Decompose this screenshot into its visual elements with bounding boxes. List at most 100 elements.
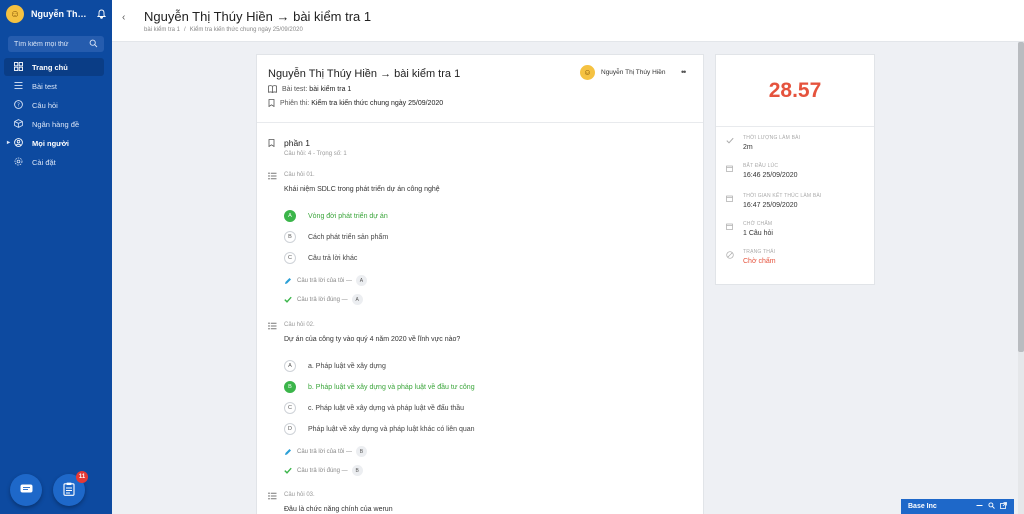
question-text: Đâu là chức năng chính của werun <box>284 506 393 513</box>
question-text: Khái niệm SDLC trong phát triển dự án cô… <box>284 186 440 193</box>
sidebar-item-label: Trang chủ <box>32 62 68 72</box>
bookmark-icon <box>268 99 275 107</box>
author[interactable]: ☺ Nguyễn Thị Thúy Hiền <box>580 65 665 80</box>
list-icon <box>268 172 277 182</box>
my-answer-value: A <box>355 275 367 286</box>
breadcrumb-separator: / <box>184 27 186 33</box>
sidebar-item-people[interactable]: ▸ Mọi người <box>4 134 104 152</box>
section-subtitle: Câu hỏi: 4 - Trọng số: 1 <box>284 151 347 157</box>
question-number: Câu hỏi 01. <box>284 172 315 178</box>
stat-value: 16:46 25/09/2020 <box>743 172 798 179</box>
scrollbar-thumb[interactable] <box>1018 42 1024 352</box>
author-name: Nguyễn Thị Thúy Hiền <box>601 69 666 76</box>
list-icon <box>268 322 277 332</box>
avatar: ☺ <box>580 65 595 80</box>
session-value[interactable]: Kiểm tra kiến thức chung ngày 25/09/2020 <box>311 100 443 107</box>
correct-answer-label: Câu trả lời đúng — <box>297 467 348 474</box>
option-text: Pháp luật về xây dựng và pháp luật khác … <box>308 425 475 433</box>
check-icon <box>726 137 734 146</box>
option-letter: D <box>284 423 296 435</box>
sidebar-item-home[interactable]: Trang chủ <box>4 58 104 76</box>
calendar-icon <box>726 223 733 232</box>
bell-icon[interactable] <box>96 9 106 19</box>
stat-duration: Thời lượng làm bài 2m <box>726 135 800 151</box>
test-label: Bài test: <box>282 85 308 93</box>
list-icon <box>14 81 24 91</box>
chat-tools <box>976 502 1007 511</box>
correct-answer: Câu trả lời đúng — B <box>284 465 363 476</box>
score: 28.57 <box>716 55 874 127</box>
stat-label: Trạng thái <box>743 249 776 255</box>
section-header: phần 1 Câu hỏi: 4 - Trọng số: 1 <box>268 138 347 157</box>
stat-value: 1 Câu hỏi <box>743 230 773 237</box>
summary-panel: 28.57 Thời lượng làm bài 2m Bắt đầu lúc … <box>715 54 875 285</box>
minimize-icon[interactable] <box>976 502 983 511</box>
search-icon[interactable] <box>89 39 98 50</box>
sidebar-item-settings[interactable]: Cài đặt <box>4 153 104 171</box>
option-letter: B <box>284 231 296 243</box>
chat-icon <box>20 484 33 497</box>
breadcrumb: bài kiểm tra 1 / Kiểm tra kiến thức chung … <box>144 27 303 33</box>
sidebar-nav: Trang chủ Bài test ? Câu hỏi Ngân hàng đ… <box>0 58 112 171</box>
external-link-icon[interactable] <box>1000 502 1007 511</box>
breadcrumb-item[interactable]: Kiểm tra kiến thức chung ngày 25/09/2020 <box>190 27 303 33</box>
sidebar-item-label: Bài test <box>32 81 58 91</box>
option-text: Cách phát triển sản phẩm <box>308 233 389 241</box>
option-text: Vòng đời phát triển dự án <box>308 212 388 220</box>
ban-icon <box>726 251 734 261</box>
sidebar-item-questions[interactable]: ? Câu hỏi <box>4 96 104 114</box>
notification-badge: 11 <box>76 471 88 483</box>
sidebar-item-question-bank[interactable]: Ngân hàng đề <box>4 115 104 133</box>
top-header: ‹ Nguyễn Thị Thúy Hiền → bài kiểm tra 1 … <box>112 0 1024 42</box>
clipboard-icon <box>63 482 75 498</box>
stat-status: Trạng thái Chờ chấm <box>726 249 776 265</box>
sidebar-user-name[interactable]: Nguyễn Thị Thúy Hiền <box>31 9 87 19</box>
session-info: Phiên thi: Kiểm tra kiến thức chung ngày … <box>268 99 443 107</box>
stat-start: Bắt đầu lúc 16:46 25/09/2020 <box>726 163 798 179</box>
sidebar-item-label: Cài đặt <box>32 157 56 167</box>
chat-button[interactable] <box>10 474 42 506</box>
tasks-button[interactable]: 11 <box>53 471 88 506</box>
list-icon <box>268 492 277 502</box>
stat-label: Thời lượng làm bài <box>743 135 801 141</box>
correct-answer-value: A <box>351 294 363 305</box>
search-icon[interactable] <box>988 502 995 511</box>
sidebar-item-label: Mọi người <box>32 138 70 148</box>
option-letter: C <box>284 252 296 264</box>
option-text: a. Pháp luật về xây dựng <box>308 362 386 370</box>
option-letter: A <box>284 360 296 372</box>
result-card: Nguyễn Thị Thúy Hiền → bài kiểm tra 1 Bà… <box>256 54 704 514</box>
correct-answer: Câu trả lời đúng — A <box>284 294 363 305</box>
avatar[interactable]: ☺ <box>6 5 24 23</box>
back-icon[interactable]: ‹ <box>122 12 125 23</box>
sidebar-item-tests[interactable]: Bài test <box>4 77 104 95</box>
box-icon <box>14 119 24 129</box>
card-header: Nguyễn Thị Thúy Hiền → bài kiểm tra 1 Bà… <box>257 55 703 123</box>
check-icon <box>284 296 292 303</box>
card-title: Nguyễn Thị Thúy Hiền → bài kiểm tra 1 <box>268 68 461 80</box>
status-badge: Chờ chấm <box>743 258 776 265</box>
pencil-icon <box>284 277 292 285</box>
my-answer-label: Câu trả lời của tôi — <box>297 448 352 455</box>
session-label: Phiên thi: <box>280 99 310 107</box>
grid-icon <box>14 62 24 72</box>
calendar-icon <box>726 165 733 174</box>
test-value[interactable]: bài kiểm tra 1 <box>309 86 351 93</box>
caret-right-icon[interactable]: ▸ <box>7 139 10 146</box>
calendar-icon <box>726 195 733 204</box>
chat-widget[interactable]: Base Inc <box>901 499 1014 514</box>
sidebar-item-label: Ngân hàng đề <box>32 119 80 129</box>
pencil-icon <box>284 448 292 456</box>
search-input[interactable] <box>14 40 84 48</box>
breadcrumb-item[interactable]: bài kiểm tra 1 <box>144 27 180 33</box>
option-text: c. Pháp luật về xây dựng và pháp luật về… <box>308 404 465 412</box>
gear-icon <box>14 157 24 167</box>
my-answer-value: B <box>355 446 367 457</box>
option-letter: B <box>284 381 296 393</box>
user-circle-icon <box>14 138 24 148</box>
book-icon <box>268 85 277 93</box>
more-icon[interactable]: •• <box>681 67 686 77</box>
option-d: D Pháp luật về xây dựng và pháp luật khác… <box>284 423 475 435</box>
option-letter: A <box>284 210 296 222</box>
option-text: b. Pháp luật về xây dựng và pháp luật về… <box>308 383 475 391</box>
